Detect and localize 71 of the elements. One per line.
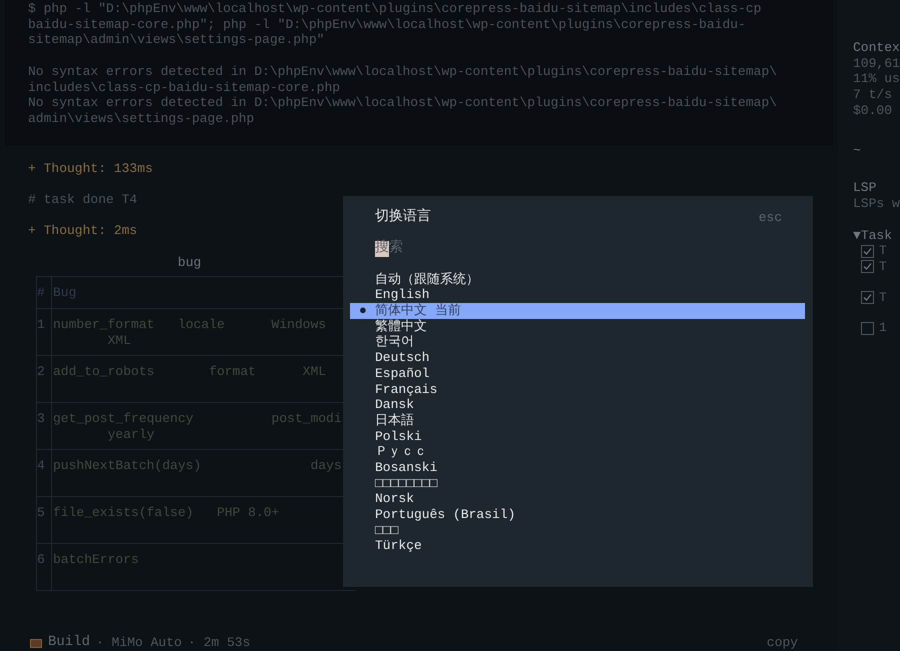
log-comment: # task done T4 [28,192,138,208]
table-cell: number_format locale Windows XML [53,317,326,349]
terminal-line: baidu-sitemap-core.php"; php -l "D:\phpEnv\www\localhost\wp-content\plugins\corepress-baidu- [28,16,746,32]
language-option[interactable]: 한국어 [350,334,805,350]
table-cell: batchErrors [53,552,139,568]
task-checkbox[interactable] [861,291,874,304]
current-tag: 当前 [435,303,461,319]
table-cell: 4 [37,458,45,474]
task-label: T [879,290,887,306]
model-name: · MiMo Auto [96,635,182,651]
language-option[interactable]: Türkçe [350,538,805,554]
task-label: T [879,243,887,260]
language-option[interactable]: 日本語 [350,412,805,429]
terminal-line: sitemap\admin\views\settings-page.php" [28,32,324,48]
table-cell: 1 [37,317,45,332]
language-option[interactable]: Norsk [350,491,805,508]
table-cell: file_exists(false) PHP 8.0+ [53,505,280,522]
language-option[interactable]: 自动（跟随系统） [350,272,805,288]
terminal-line: $ php -l "D:\phpEnv\www\localhost\wp-content\plugins\corepress-baidu-sitemap\includes\class-cp [28,1,762,17]
lsp-title: LSP [853,180,876,196]
dialog-title: 切换语言 [375,210,431,226]
language-option[interactable]: Español [350,366,805,382]
context-title: Contex [853,40,900,56]
table-cell: add_to_robots format XML [53,364,326,380]
selected-bullet: ● [359,303,367,319]
task-label: T [879,259,887,275]
task-checkbox[interactable] [861,244,874,258]
task-checkbox[interactable] [861,260,874,274]
elapsed-time: · 2m 53s [188,635,250,651]
language-option[interactable]: Polski [350,428,805,444]
search-field[interactable]: 搜索 [375,240,575,258]
language-option[interactable]: 繁體中文 [350,318,805,334]
language-option[interactable]: Dansk [350,397,805,413]
language-option[interactable]: English [350,287,805,304]
table-cell: 2 [37,364,45,380]
terminal-line: No syntax errors detected in D:\phpEnv\www\localhost\wp-content\plugins\corepress-baidu-sitemap\ [28,64,777,80]
language-option[interactable]: Deutsch [350,350,805,366]
context-stat: $0.00 [853,102,892,119]
task-label: 1 [879,320,887,336]
expand-toggle[interactable]: ▼ [853,228,861,244]
thought-line: + Thought: 2ms [28,223,138,239]
text-cursor [375,240,389,257]
language-option[interactable]: ● 简体中文 当前 [350,303,805,319]
collapse-toggle[interactable]: ~ [853,142,861,158]
task-checkbox[interactable] [861,322,874,335]
build-icon [30,638,42,648]
table-cell: 5 [37,505,45,520]
language-option[interactable]: Bosanski [350,460,805,476]
thought-line: + Thought: 133ms [28,160,153,176]
language-option[interactable]: Português (Brasil) [350,507,805,523]
context-stat: 11% us [853,71,900,88]
language-option[interactable]: Ｐｙｃｃ [350,444,805,460]
check-icon [863,293,872,302]
table-header: Bug [52,285,76,301]
table-cell: get_post_frequency post_modi yearly [53,411,342,443]
terminal-line: No syntax errors detected in D:\phpEnv\www\localhost\wp-content\plugins\corepress-baidu-sitemap\ [28,95,777,111]
agent-name: Build [48,635,90,651]
language-option[interactable]: Français [350,382,805,398]
context-stat: 109,61 [853,56,900,72]
lsp-status: LSPs w [853,196,900,212]
language-option[interactable]: □□□ [350,522,805,538]
terminal-line: includes\class-cp-baidu-sitemap-core.php [28,80,340,96]
tasks-title: Task [860,228,892,244]
table-header: # [37,285,45,301]
context-stat: 7 t/s [853,87,892,103]
terminal-line: admin\views\settings-page.php [28,110,254,127]
table-cell: pushNextBatch(days) days [53,458,342,474]
table-cell: 3 [37,411,45,426]
table-cell: 6 [37,552,45,568]
table-title: bug [178,254,202,270]
language-option[interactable]: □□□□□□□□ [350,476,805,492]
